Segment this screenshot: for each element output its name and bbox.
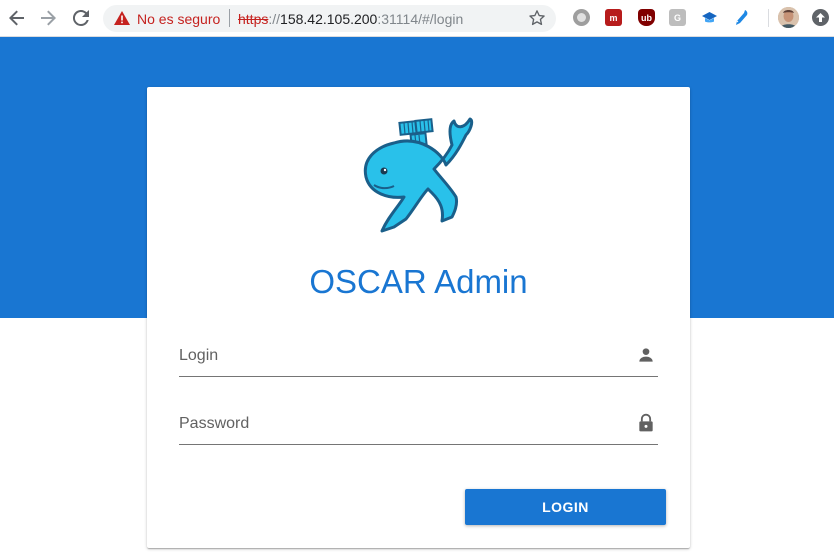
- extension-circle-icon[interactable]: [573, 9, 590, 26]
- login-button[interactable]: LOGIN: [465, 489, 666, 525]
- password-field-label: Password: [179, 415, 250, 432]
- person-icon: [639, 348, 653, 362]
- security-status-label[interactable]: No es seguro: [137, 11, 220, 27]
- password-field[interactable]: Password: [179, 405, 658, 445]
- warning-icon[interactable]: [114, 11, 130, 25]
- reload-icon[interactable]: [71, 8, 91, 28]
- star-icon[interactable]: [528, 9, 546, 27]
- back-icon[interactable]: [7, 8, 27, 28]
- browser-toolbar: No es seguro https://158.42.105.200:3111…: [0, 0, 834, 37]
- login-field[interactable]: Login: [179, 337, 658, 377]
- extension-pen-icon[interactable]: [733, 9, 750, 26]
- update-icon[interactable]: [812, 9, 829, 26]
- toolbar-divider: [768, 9, 769, 27]
- oscar-whale-logo: [363, 117, 474, 233]
- ublock-icon[interactable]: ub: [638, 9, 655, 26]
- forward-icon[interactable]: [38, 8, 58, 28]
- extension-m-icon[interactable]: m: [605, 9, 622, 26]
- page-title: OSCAR Admin: [309, 263, 528, 300]
- login-card: OSCAR Admin Login Password LOGIN: [147, 87, 690, 548]
- extension-cap-icon[interactable]: [701, 9, 718, 26]
- lock-icon: [639, 413, 653, 432]
- extension-g-icon[interactable]: G: [669, 9, 686, 26]
- login-field-label: Login: [179, 347, 219, 364]
- omnibox-divider: [229, 9, 230, 27]
- address-bar[interactable]: No es seguro https://158.42.105.200:3111…: [103, 5, 556, 32]
- url-text[interactable]: https://158.42.105.200:31114/#/login: [238, 11, 463, 27]
- profile-avatar[interactable]: [778, 7, 799, 28]
